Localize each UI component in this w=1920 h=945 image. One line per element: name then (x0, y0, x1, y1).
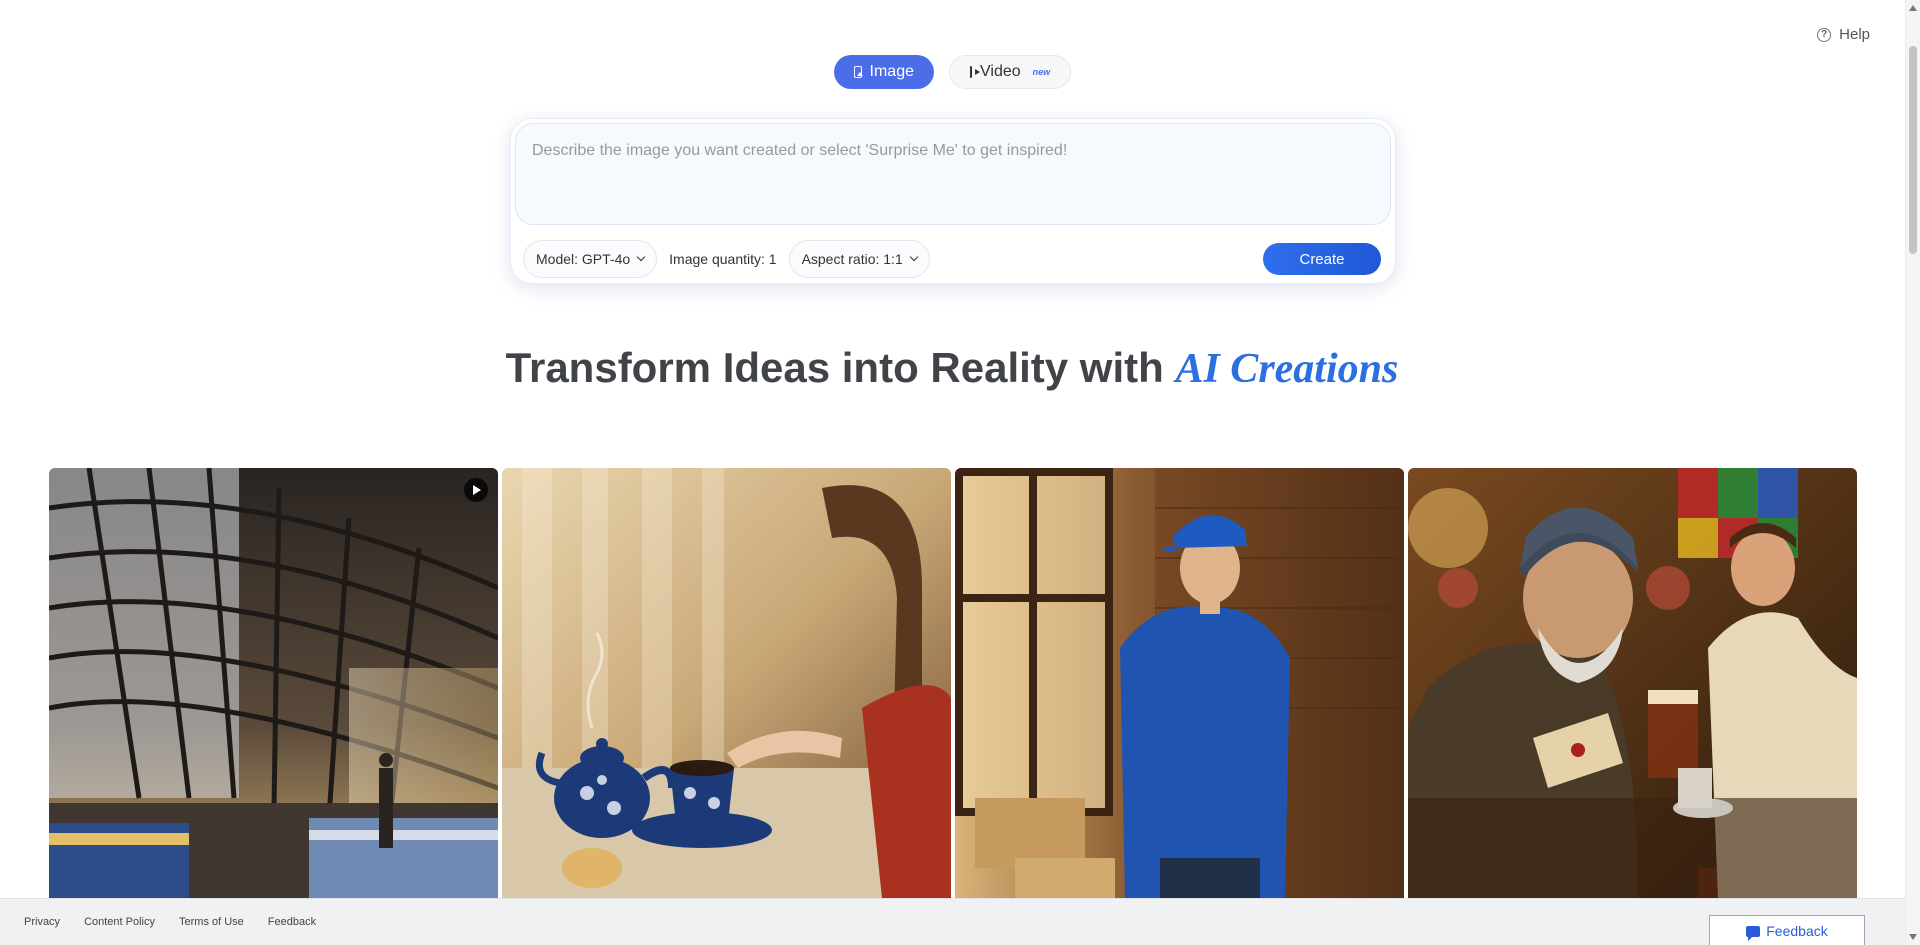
gallery-item-man-blue-jacket[interactable] (955, 468, 1404, 898)
page-scrollbar[interactable] (1905, 0, 1920, 945)
page: ? Help Image Video new Describe the imag… (0, 0, 1920, 945)
tab-image-label: Image (869, 63, 914, 80)
play-icon[interactable] (464, 478, 488, 502)
question-circle-icon: ? (1817, 27, 1832, 42)
footer-link-content-policy[interactable]: Content Policy (84, 916, 155, 928)
footer-link-terms[interactable]: Terms of Use (179, 916, 244, 928)
footer-link-privacy[interactable]: Privacy (24, 916, 60, 928)
tab-image[interactable]: Image (834, 55, 934, 89)
image-icon (854, 66, 863, 78)
chevron-down-icon (636, 252, 646, 262)
chevron-down-icon (909, 252, 918, 262)
headline-accent: AI Creations (1175, 346, 1399, 392)
footer: Privacy Content Policy Terms of Use Feed… (0, 898, 1905, 945)
gallery-item-old-man-pub[interactable] (1408, 468, 1857, 898)
gallery (49, 468, 1857, 898)
prompt-placeholder: Describe the image you want created or s… (532, 142, 1068, 159)
create-button[interactable]: Create (1263, 243, 1381, 275)
tab-video-label: Video (980, 63, 1021, 80)
new-badge: new (1032, 67, 1051, 77)
chat-bubble-icon (1746, 925, 1761, 941)
prompt-card: Describe the image you want created or s… (510, 118, 1396, 284)
video-icon (970, 66, 980, 78)
tab-video[interactable]: Video new (949, 55, 1071, 89)
aspect-ratio-dropdown[interactable]: Aspect ratio: 1:1 (788, 240, 930, 278)
feedback-button-label: Feedback (1766, 923, 1828, 939)
aspect-label: Aspect ratio: 1:1 (801, 251, 903, 267)
scroll-thumb[interactable] (1909, 46, 1917, 254)
image-quantity: Image quantity: 1 (667, 240, 778, 278)
page-headline: Transform Ideas into Reality with AI Cre… (0, 344, 1904, 393)
mode-tabs: Image Video new (834, 55, 1071, 89)
feedback-button[interactable]: Feedback (1709, 915, 1865, 945)
help-link[interactable]: ? Help (1817, 26, 1870, 43)
help-label: Help (1839, 26, 1870, 43)
prompt-controls: Model: GPT-4o Image quantity: 1 Aspect r… (523, 240, 1381, 278)
gallery-item-teapot[interactable] (502, 468, 951, 898)
gallery-item-train-station[interactable] (49, 468, 498, 898)
scroll-up-icon[interactable] (1909, 5, 1917, 11)
quantity-label: Image quantity: 1 (669, 251, 777, 267)
model-dropdown[interactable]: Model: GPT-4o (523, 240, 658, 278)
scroll-down-icon[interactable] (1909, 934, 1917, 940)
footer-link-feedback[interactable]: Feedback (268, 916, 316, 928)
prompt-input[interactable]: Describe the image you want created or s… (515, 123, 1391, 225)
model-label: Model: GPT-4o (536, 251, 631, 267)
headline-text: Transform Ideas into Reality with (505, 344, 1164, 391)
